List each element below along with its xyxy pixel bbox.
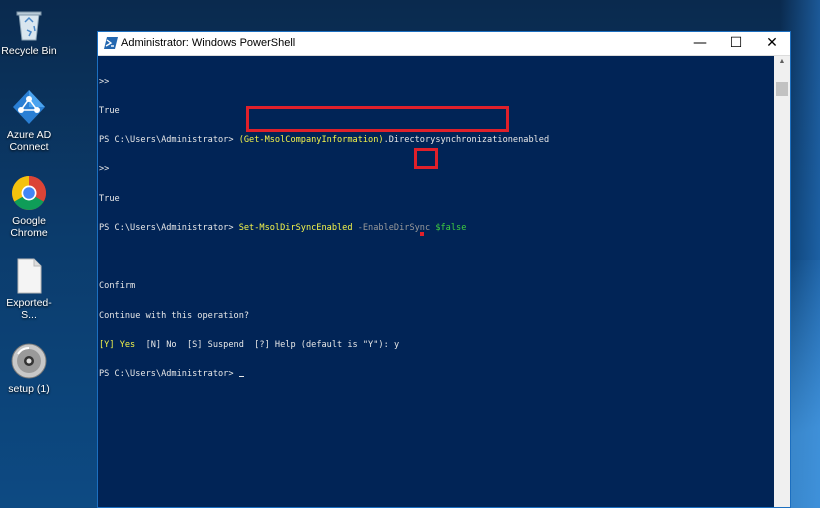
highlight-answer-y (414, 148, 438, 169)
scroll-up-icon[interactable]: ▲ (774, 58, 790, 65)
console-line: PS C:\Users\Administrator> (Get-MsolComp… (99, 135, 774, 146)
highlight-set-msol-command (246, 106, 509, 132)
console-line: PS C:\Users\Administrator> Set-MsolDirSy… (99, 222, 774, 234)
powershell-window: Administrator: Windows PowerShell — ☐ ✕ … (97, 31, 791, 508)
window-titlebar[interactable]: Administrator: Windows PowerShell — ☐ ✕ (98, 32, 790, 56)
file-icon (17, 258, 42, 294)
console-line: [Y] Yes [N] No [S] Suspend [?] Help (def… (99, 339, 774, 351)
chrome-icon (12, 176, 46, 210)
desktop-icon-setup[interactable]: setup (1) (0, 342, 58, 395)
window-title: Administrator: Windows PowerShell (121, 37, 296, 49)
command-get-msol: (Get-MsolCompanyInformation) (238, 135, 384, 145)
console-line: Confirm (99, 281, 136, 292)
desktop-icon-google-chrome[interactable]: Google Chrome (0, 174, 58, 239)
prompt-answer: y (393, 339, 400, 350)
desktop-icon-label: Exported-S... (6, 297, 52, 321)
prompt-other-options: [N] No [S] Suspend [?] (135, 339, 270, 350)
vertical-scrollbar[interactable]: ▲ (774, 56, 790, 507)
desktop-icon-label: Azure AD Connect (6, 129, 52, 153)
close-button[interactable]: ✕ (754, 32, 790, 55)
prompt-text: PS C:\Users\Administrator> (99, 222, 239, 233)
prompt-text: PS C:\Users\Administrator> (99, 135, 239, 145)
maximize-button[interactable]: ☐ (718, 32, 754, 55)
desktop-icon-label: setup (1) (8, 383, 50, 395)
console-line: PS C:\Users\Administrator> (99, 369, 774, 380)
recycle-bin-icon (16, 11, 42, 41)
command-property: .Directorysynchronizationenabled (383, 135, 550, 145)
command-value: $false (435, 222, 467, 233)
disc-setup-icon (11, 343, 47, 379)
minimize-button[interactable]: — (682, 32, 718, 55)
prompt-text: PS C:\Users\Administrator> (99, 369, 239, 379)
text-cursor (238, 376, 244, 377)
desktop-icon-recycle-bin[interactable]: Recycle Bin (0, 6, 58, 57)
desktop-icon-exported-file[interactable]: Exported-S... (0, 258, 58, 321)
desktop-icon-label: Recycle Bin (1, 45, 57, 57)
console-line: >> (99, 76, 110, 87)
prompt-yes-option: [Y] Yes (99, 339, 136, 350)
red-marker-dot (420, 232, 424, 236)
scrollbar-thumb[interactable] (776, 82, 788, 96)
azure-ad-connect-icon (13, 90, 45, 124)
command-set-msol: Set-MsolDirSyncEnabled (238, 222, 353, 233)
desktop-icon-label: Google Chrome (10, 215, 48, 239)
console-line: True (99, 193, 120, 204)
prompt-help: Help (default is "Y"): (269, 339, 394, 350)
desktop-icon-azure-ad-connect[interactable]: Azure AD Connect (0, 88, 58, 153)
powershell-icon (104, 37, 118, 49)
console-line: Continue with this operation? (99, 310, 250, 321)
